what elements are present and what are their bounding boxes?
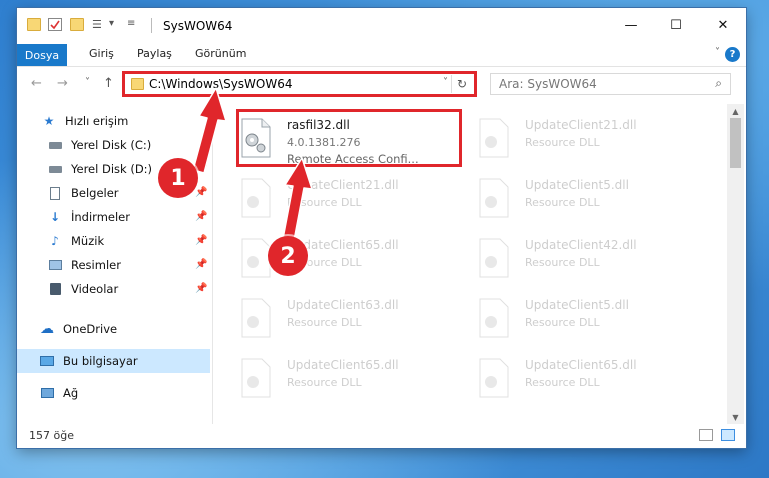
callout-badge-2: 2	[268, 236, 308, 276]
callout-badge-1: 1	[158, 158, 198, 198]
annotation-arrows	[192, 87, 313, 247]
arrow-1	[192, 87, 227, 174]
arrow-2	[281, 157, 313, 247]
